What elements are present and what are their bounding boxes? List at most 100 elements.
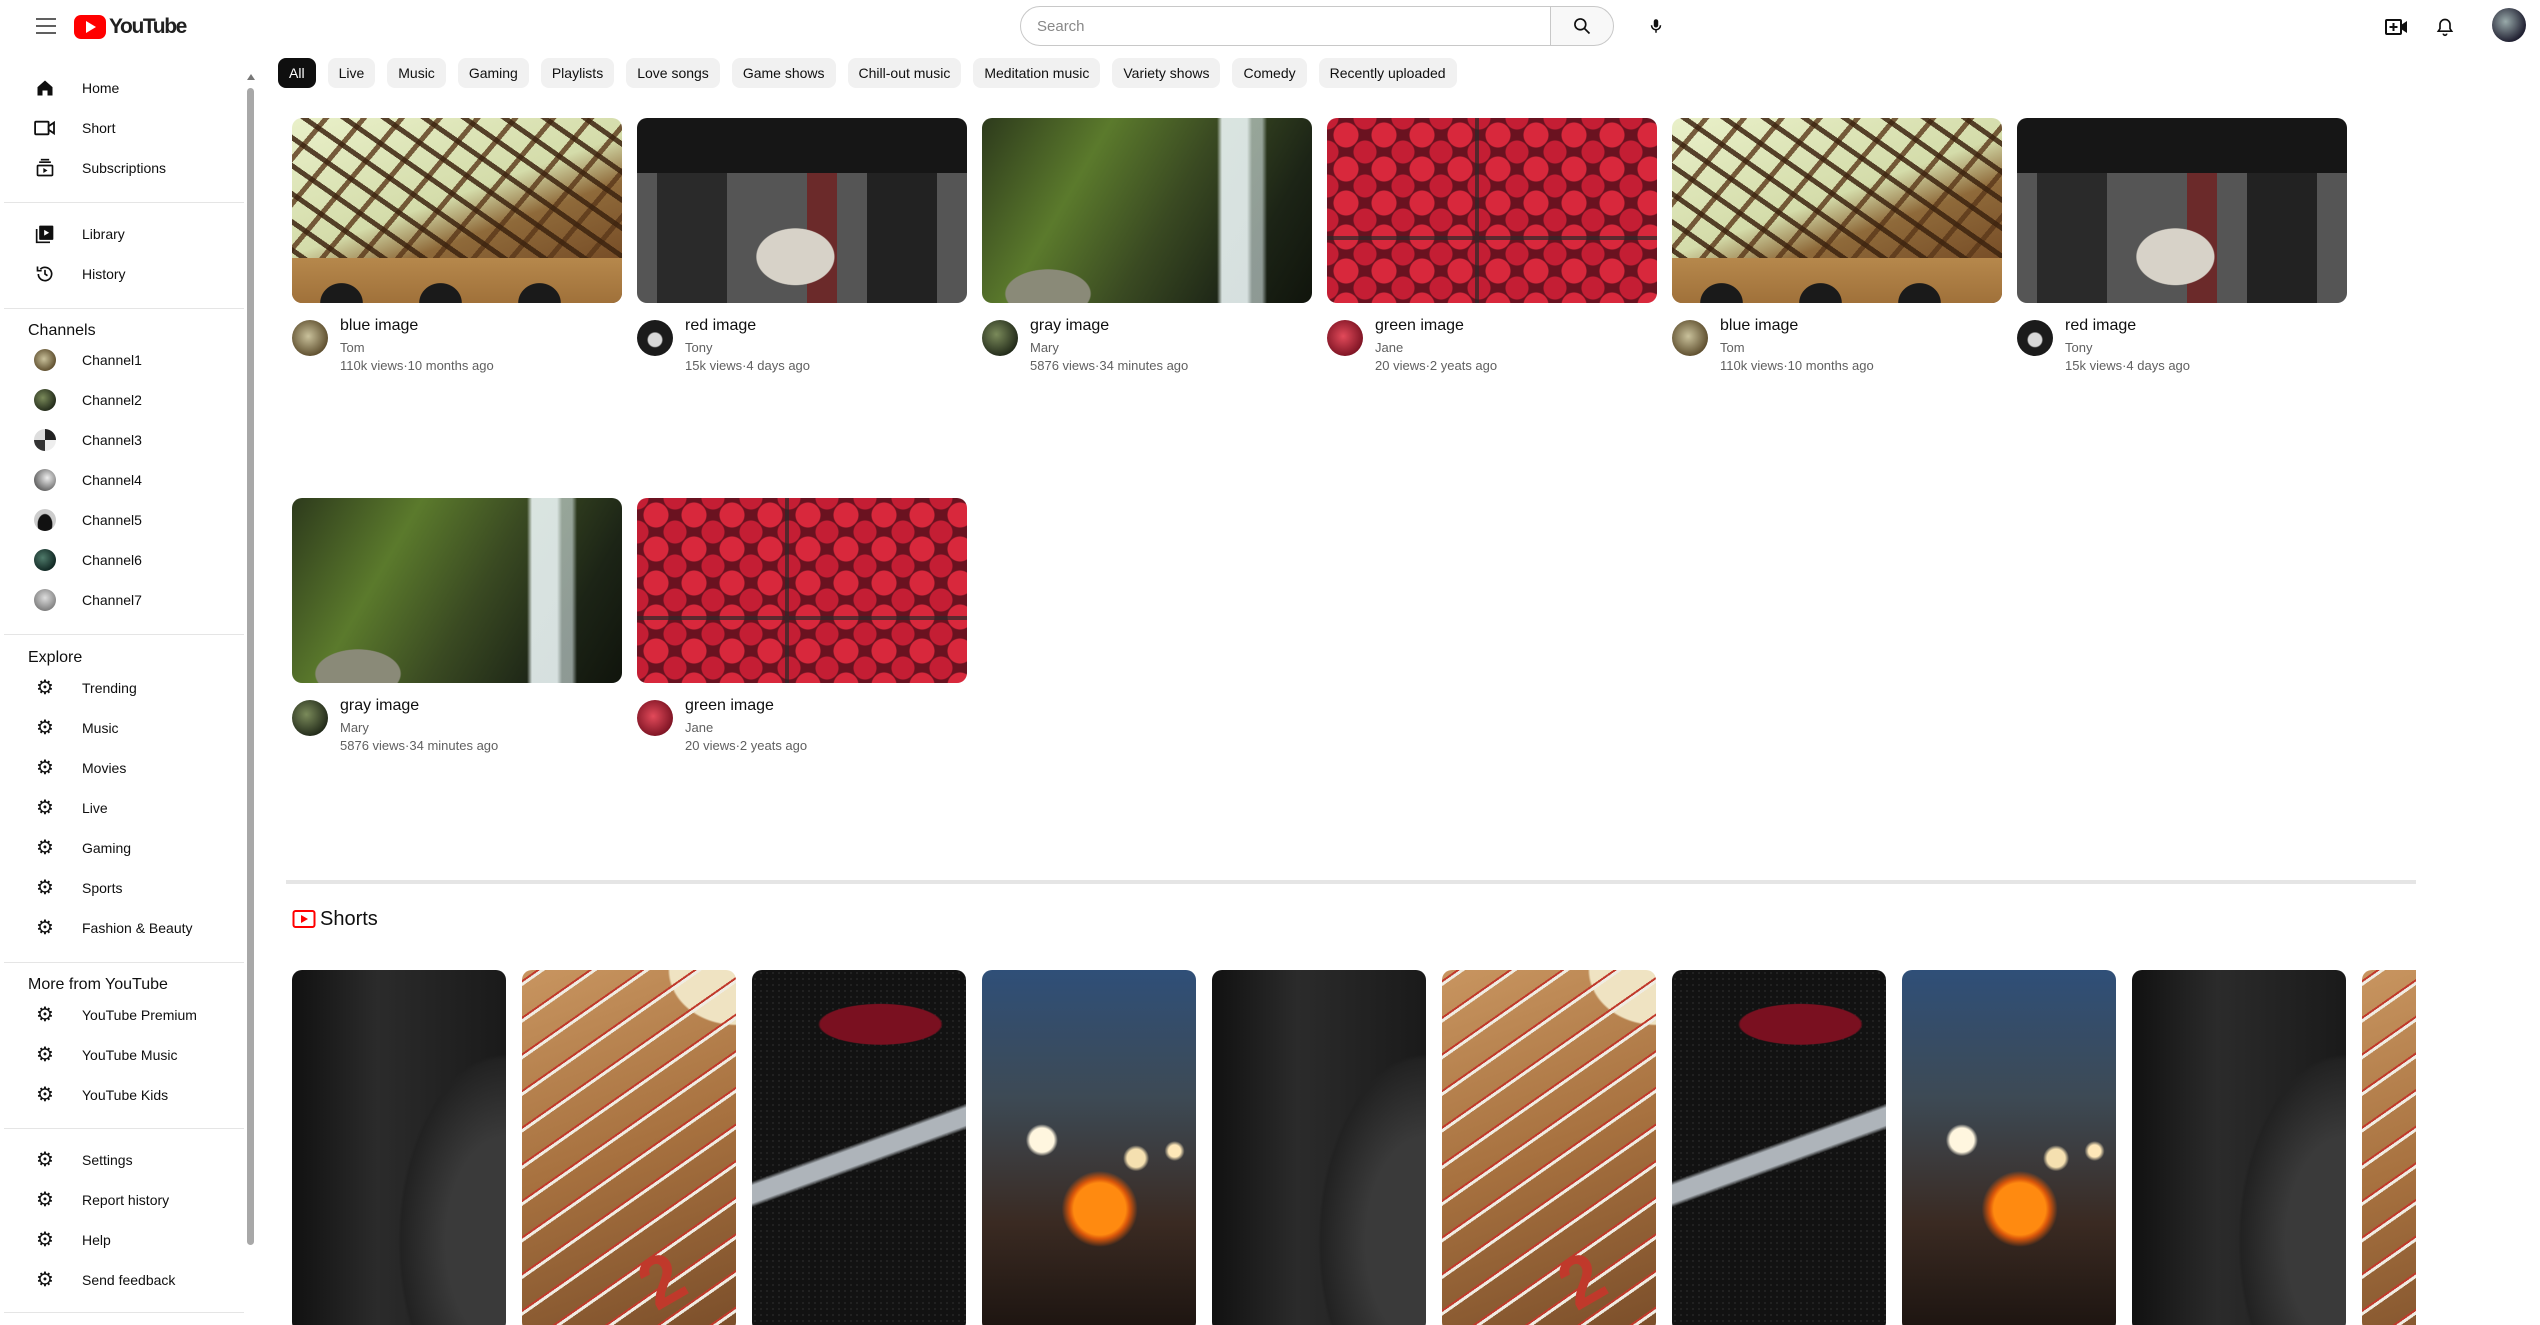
video-card[interactable]: green image Jane 20 views·2 yeats ago <box>1327 118 1657 388</box>
video-card[interactable]: blue image Tom 110k views·10 months ago <box>292 118 622 388</box>
sidebar-item-settings[interactable]: ⚙ Settings <box>0 1140 244 1180</box>
chip-live[interactable]: Live <box>327 58 376 88</box>
sidebar-item-library[interactable]: Library <box>0 214 244 254</box>
scroll-up-arrow-icon[interactable] <box>247 74 255 80</box>
video-title[interactable]: red image <box>2065 317 2136 335</box>
search-button[interactable] <box>1550 6 1614 46</box>
short-card[interactable] <box>982 970 1196 1325</box>
sidebar-item-help[interactable]: ⚙ Help <box>0 1220 244 1260</box>
sidebar-item-music[interactable]: ⚙ Music <box>0 708 244 748</box>
channel-avatar[interactable] <box>982 320 1018 356</box>
channel-avatar[interactable] <box>637 700 673 736</box>
video-channel-name[interactable]: Mary <box>340 720 369 735</box>
chip-meditation-music[interactable]: Meditation music <box>973 58 1101 88</box>
menu-icon[interactable] <box>36 18 56 36</box>
short-card[interactable] <box>522 970 736 1325</box>
sidebar-item-fashion-beauty[interactable]: ⚙ Fashion & Beauty <box>0 908 244 948</box>
sidebar-item-report-history[interactable]: ⚙ Report history <box>0 1180 244 1220</box>
video-card[interactable]: blue image Tom 110k views·10 months ago <box>1672 118 2002 388</box>
video-channel-name[interactable]: Mary <box>1030 340 1059 355</box>
video-card[interactable]: gray image Mary 5876 views·34 minutes ag… <box>292 498 622 768</box>
video-channel-name[interactable]: Jane <box>685 720 713 735</box>
channel-avatar[interactable] <box>637 320 673 356</box>
channel-avatar[interactable] <box>1672 320 1708 356</box>
video-channel-name[interactable]: Tom <box>340 340 365 355</box>
short-card[interactable] <box>2132 970 2346 1325</box>
video-channel-name[interactable]: Tony <box>685 340 712 355</box>
video-thumbnail[interactable] <box>2017 118 2347 303</box>
video-thumbnail[interactable] <box>292 498 622 683</box>
channel-avatar[interactable] <box>292 700 328 736</box>
sidebar-item-gaming[interactable]: ⚙ Gaming <box>0 828 244 868</box>
voice-search-button[interactable] <box>1638 8 1674 44</box>
video-title[interactable]: green image <box>1375 317 1464 335</box>
short-card[interactable] <box>292 970 506 1325</box>
short-card[interactable] <box>1902 970 2116 1325</box>
youtube-logo[interactable]: YouTube <box>74 14 187 40</box>
chip-gaming[interactable]: Gaming <box>457 58 529 88</box>
channel-avatar[interactable] <box>1327 320 1363 356</box>
shorts-title: Shorts <box>320 907 378 930</box>
sidebar-item-subscriptions[interactable]: Subscriptions <box>0 148 244 188</box>
channel-avatar[interactable] <box>292 320 328 356</box>
video-title[interactable]: blue image <box>1720 317 1798 335</box>
create-video-button[interactable] <box>2382 12 2412 42</box>
sidebar-item-live[interactable]: ⚙ Live <box>0 788 244 828</box>
sidebar-item-send-feedback[interactable]: ⚙ Send feedback <box>0 1260 244 1300</box>
sidebar-item-channel1[interactable]: Channel1 <box>0 340 244 380</box>
video-title[interactable]: gray image <box>1030 317 1109 335</box>
video-card[interactable]: green image Jane 20 views·2 yeats ago <box>637 498 967 768</box>
sidebar-item-channel5[interactable]: Channel5 <box>0 500 244 540</box>
video-channel-name[interactable]: Tony <box>2065 340 2092 355</box>
video-title[interactable]: red image <box>685 317 756 335</box>
chip-playlists[interactable]: Playlists <box>540 58 615 88</box>
sidebar-item-trending[interactable]: ⚙ Trending <box>0 668 244 708</box>
chip-recently-uploaded[interactable]: Recently uploaded <box>1318 58 1457 88</box>
chip-comedy[interactable]: Comedy <box>1232 58 1307 88</box>
video-card[interactable]: red image Tony 15k views·4 days ago <box>637 118 967 388</box>
short-card[interactable] <box>1442 970 1656 1325</box>
sidebar-item-youtube-premium[interactable]: ⚙ YouTube Premium <box>0 995 244 1035</box>
chip-chill-out-music[interactable]: Chill-out music <box>847 58 962 88</box>
video-channel-name[interactable]: Tom <box>1720 340 1745 355</box>
video-title[interactable]: blue image <box>340 317 418 335</box>
sidebar-item-short[interactable]: Short <box>0 108 244 148</box>
video-title[interactable]: gray image <box>340 697 419 715</box>
short-card[interactable] <box>1672 970 1886 1325</box>
video-card[interactable]: gray image Mary 5876 views·34 minutes ag… <box>982 118 1312 388</box>
sidebar-item-channel4[interactable]: Channel4 <box>0 460 244 500</box>
sidebar-item-channel2[interactable]: Channel2 <box>0 380 244 420</box>
sidebar-item-channel7[interactable]: Channel7 <box>0 580 244 620</box>
chip-all[interactable]: All <box>278 58 316 88</box>
sidebar-scrollbar[interactable] <box>246 74 255 1299</box>
scrollbar-thumb[interactable] <box>247 88 254 1245</box>
video-card[interactable]: red image Tony 15k views·4 days ago <box>2017 118 2347 388</box>
sidebar-item-channel3[interactable]: Channel3 <box>0 420 244 460</box>
short-card[interactable] <box>2362 970 2416 1325</box>
chip-music[interactable]: Music <box>387 58 446 88</box>
video-thumbnail[interactable] <box>637 118 967 303</box>
search-input[interactable] <box>1020 6 1551 46</box>
sidebar-item-home[interactable]: Home <box>0 68 244 108</box>
sidebar-item-youtube-music[interactable]: ⚙ YouTube Music <box>0 1035 244 1075</box>
short-card[interactable] <box>752 970 966 1325</box>
sidebar-item-history[interactable]: History <box>0 254 244 294</box>
channel-avatar[interactable] <box>2017 320 2053 356</box>
chip-game-shows[interactable]: Game shows <box>731 58 836 88</box>
video-channel-name[interactable]: Jane <box>1375 340 1403 355</box>
video-thumbnail[interactable] <box>637 498 967 683</box>
video-thumbnail[interactable] <box>292 118 622 303</box>
sidebar-item-channel6[interactable]: Channel6 <box>0 540 244 580</box>
notifications-button[interactable] <box>2430 12 2460 42</box>
account-avatar[interactable] <box>2492 8 2526 42</box>
video-thumbnail[interactable] <box>982 118 1312 303</box>
video-thumbnail[interactable] <box>1672 118 2002 303</box>
video-title[interactable]: green image <box>685 697 774 715</box>
video-thumbnail[interactable] <box>1327 118 1657 303</box>
sidebar-item-movies[interactable]: ⚙ Movies <box>0 748 244 788</box>
short-card[interactable] <box>1212 970 1426 1325</box>
sidebar-item-youtube-kids[interactable]: ⚙ YouTube Kids <box>0 1075 244 1115</box>
chip-love-songs[interactable]: Love songs <box>626 58 720 88</box>
sidebar-item-sports[interactable]: ⚙ Sports <box>0 868 244 908</box>
chip-variety-shows[interactable]: Variety shows <box>1112 58 1221 88</box>
